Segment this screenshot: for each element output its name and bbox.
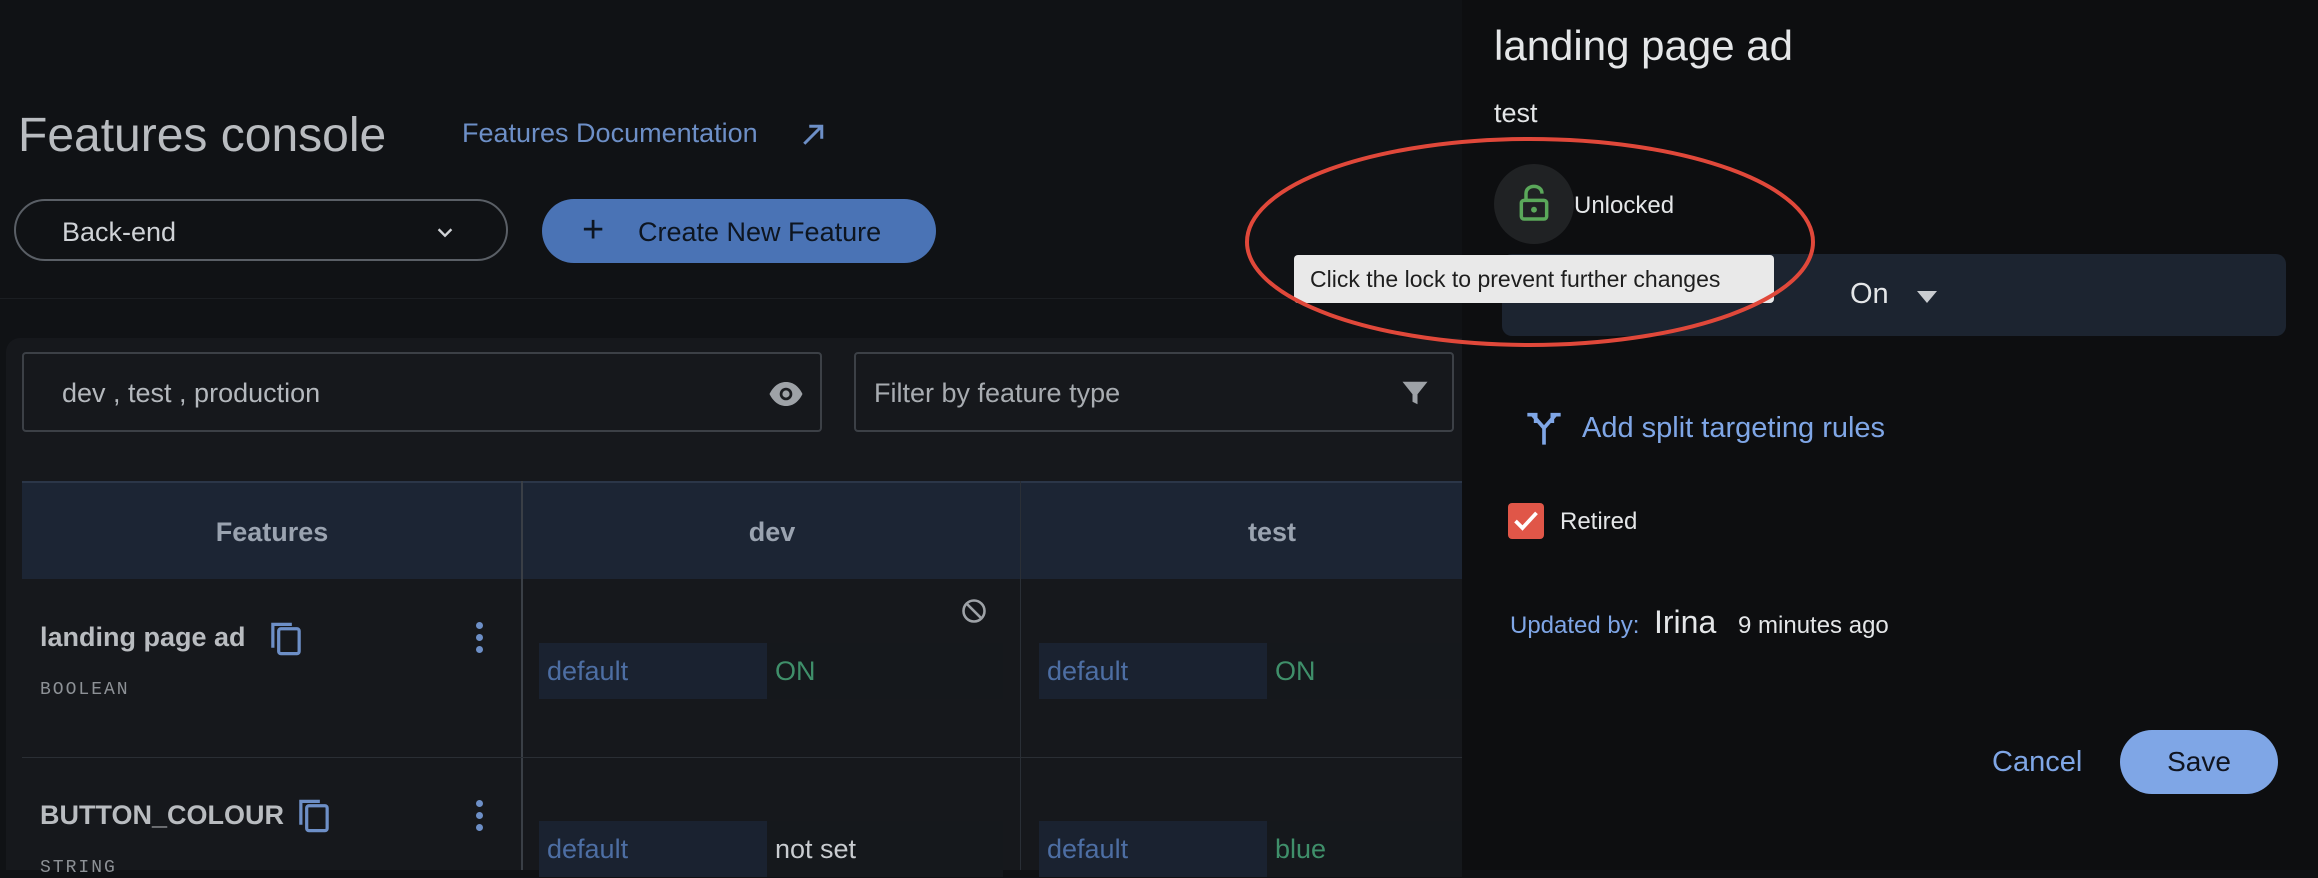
updated-by-user: Irina [1654, 604, 1717, 640]
column-header-features: Features [215, 517, 329, 547]
eye-icon[interactable] [768, 376, 804, 412]
drawer-environment: test [1494, 98, 1538, 128]
strategy-value: ON [1267, 643, 1462, 699]
column-header-test: test [1247, 517, 1296, 547]
create-button-label: Create New Feature [638, 217, 882, 247]
external-link-icon [803, 124, 824, 145]
caret-down-icon[interactable] [1916, 290, 1938, 304]
kebab-menu-icon[interactable] [476, 622, 484, 658]
environment-filter-value: dev , test , production [62, 378, 321, 408]
copy-icon[interactable] [268, 620, 304, 658]
retired-label: Retired [1560, 508, 1638, 535]
save-button[interactable]: Save [2120, 730, 2278, 794]
docs-link-label: Features Documentation [462, 118, 758, 148]
split-arrows-icon [1527, 412, 1561, 445]
column-header-dev: dev [748, 517, 796, 547]
strategy-value: ON [767, 643, 1003, 699]
add-split-targeting-rules-link[interactable]: Add split targeting rules [1524, 408, 1885, 453]
scope-select-value: Back-end [62, 217, 177, 247]
strategy-key: default [539, 643, 767, 699]
feature-type: STRING [40, 858, 117, 878]
check-icon [1514, 511, 1538, 531]
ban-icon[interactable] [960, 597, 988, 625]
chevron-down-icon [437, 228, 453, 238]
strategy-key: default [539, 821, 767, 877]
retired-checkbox[interactable] [1508, 503, 1544, 539]
feature-type-filter[interactable]: Filter by feature type [854, 352, 1454, 432]
copy-icon[interactable] [296, 797, 332, 835]
strategy-value: not set [767, 821, 1003, 877]
funnel-icon [1402, 381, 1428, 405]
feature-type-placeholder: Filter by feature type [874, 378, 1121, 408]
create-new-feature-button[interactable]: + Create New Feature [542, 199, 936, 263]
split-link-label: Add split targeting rules [1582, 412, 1886, 444]
environment-filter[interactable]: dev , test , production [22, 352, 822, 432]
features-documentation-link[interactable]: Features Documentation [462, 118, 824, 149]
cancel-button[interactable]: Cancel [1992, 746, 2082, 779]
updated-time: 9 minutes ago [1738, 612, 1889, 639]
column-divider [521, 481, 523, 870]
feature-name[interactable]: BUTTON_COLOUR [40, 800, 284, 831]
drawer-title: landing page ad [1494, 22, 1793, 69]
scope-select[interactable]: Back-end [14, 199, 508, 261]
page-title: Features console [18, 109, 387, 162]
strategy-key: default [1039, 643, 1267, 699]
table-header: Features dev test [22, 481, 1462, 579]
strategy-value: blue [1267, 821, 1462, 877]
annotation-ellipse [1245, 137, 1815, 347]
strategy-key: default [1039, 821, 1267, 877]
column-divider [1020, 481, 1021, 870]
updated-by-label: Updated by: [1510, 612, 1640, 639]
plus-icon: + [582, 209, 605, 251]
row-divider [22, 757, 1462, 758]
feature-type: BOOLEAN [40, 680, 130, 700]
feature-name[interactable]: landing page ad [40, 622, 246, 653]
kebab-menu-icon[interactable] [476, 800, 484, 836]
